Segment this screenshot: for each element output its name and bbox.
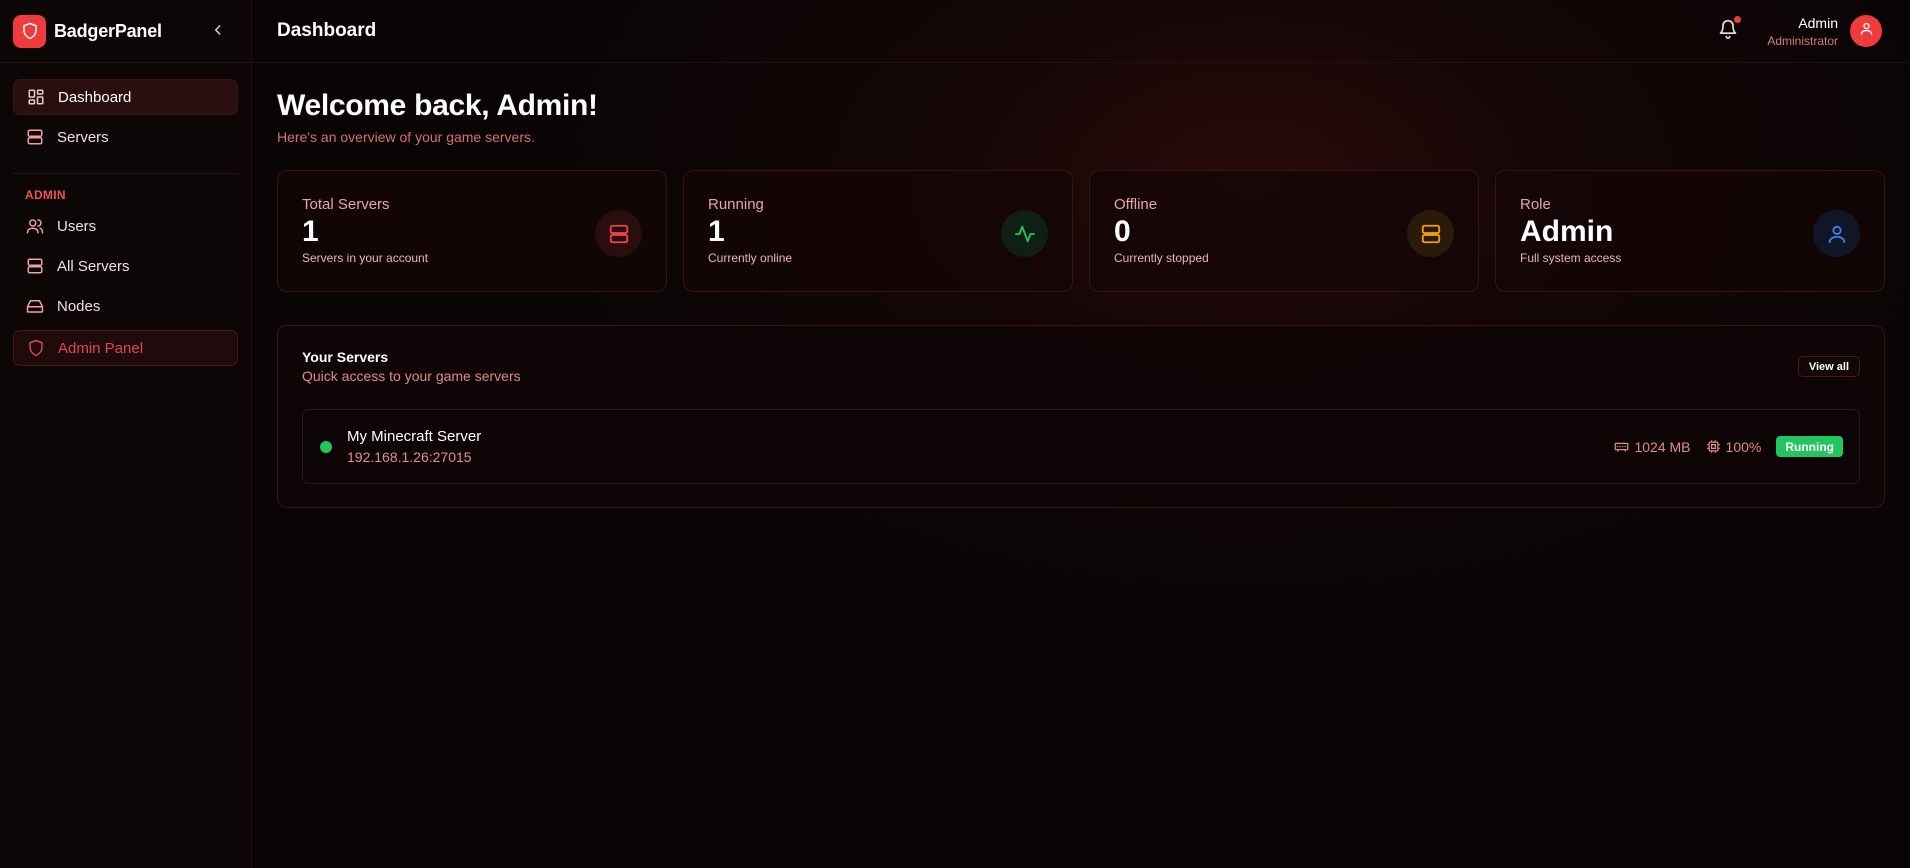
stat-desc: Servers in your account — [302, 251, 429, 265]
server-name: My Minecraft Server — [347, 428, 482, 445]
stats-row: Total Servers 1 Servers in your account … — [277, 170, 1885, 292]
stat-value: 1 — [302, 215, 319, 248]
users-icon — [25, 216, 45, 236]
welcome-subtitle: Here's an overview of your game servers. — [277, 129, 535, 145]
page-title: Dashboard — [277, 20, 377, 41]
your-servers-panel: Your Servers Quick access to your game s… — [277, 325, 1885, 508]
sidebar-item-label: Nodes — [57, 297, 101, 315]
main-content: Dashboard Admin Administrator Welcome ba… — [252, 0, 1910, 868]
stat-value: Admin — [1520, 215, 1614, 248]
user-icon — [1859, 21, 1874, 41]
panel-title: Your Servers — [302, 349, 389, 365]
cpu-usage: 100% — [1706, 438, 1762, 455]
sidebar-item-admin-panel[interactable]: Admin Panel — [13, 330, 238, 366]
server-info: My Minecraft Server 192.168.1.26:27015 — [347, 428, 481, 465]
cpu-value: 100% — [1725, 438, 1762, 455]
server-icon — [25, 127, 45, 147]
sidebar-item-label: Dashboard — [58, 88, 132, 106]
notification-badge — [1733, 15, 1742, 24]
stat-card-running: Running 1 Currently online — [683, 170, 1073, 292]
stat-desc: Full system access — [1520, 251, 1622, 265]
sidebar: BadgerPanel Dashboard Servers ADMIN User… — [0, 0, 252, 868]
collapse-sidebar-button[interactable] — [206, 20, 230, 44]
stat-label: Total Servers — [302, 196, 390, 213]
memory-value: 1024 MB — [1634, 438, 1691, 455]
cpu-icon — [1706, 439, 1722, 455]
stat-label: Role — [1520, 196, 1551, 213]
status-dot — [320, 440, 332, 453]
stat-value: 1 — [708, 215, 725, 248]
server-list-item[interactable]: My Minecraft Server 192.168.1.26:27015 1… — [302, 409, 1860, 484]
server-icon — [595, 210, 642, 257]
memory-usage: 1024 MB — [1614, 438, 1691, 455]
user-role: Administrator — [1767, 34, 1838, 48]
bell-icon — [1718, 19, 1738, 43]
panel-subtitle: Quick access to your game servers — [302, 368, 521, 384]
sidebar-item-nodes[interactable]: Nodes — [13, 288, 238, 324]
user-name: Admin — [1798, 15, 1838, 31]
activity-icon — [1001, 210, 1048, 257]
server-meta: 1024 MB 100% Running — [1614, 436, 1843, 457]
chevron-left-icon — [211, 23, 225, 42]
dashboard-content: Welcome back, Admin! Here's an overview … — [252, 63, 1910, 508]
brand-name: BadgerPanel — [54, 20, 162, 41]
hard-drive-icon — [25, 296, 45, 316]
sidebar-item-dashboard[interactable]: Dashboard — [13, 79, 238, 115]
sidebar-item-label: All Servers — [57, 257, 130, 275]
view-all-button[interactable]: View all — [1797, 356, 1860, 377]
stat-label: Running — [708, 196, 764, 213]
stat-card-offline: Offline 0 Currently stopped — [1089, 170, 1479, 292]
server-icon — [1407, 210, 1454, 257]
sidebar-item-label: Admin Panel — [58, 339, 144, 357]
dashboard-icon — [26, 87, 46, 107]
user-icon — [1813, 210, 1860, 257]
stat-desc: Currently online — [708, 251, 793, 265]
stat-card-role: Role Admin Full system access — [1495, 170, 1885, 292]
sidebar-item-servers[interactable]: Servers — [13, 119, 238, 155]
sidebar-nav: Dashboard Servers ADMIN Users All Server… — [0, 63, 251, 366]
divider — [13, 173, 238, 174]
avatar[interactable] — [1850, 15, 1882, 47]
memory-icon — [1614, 439, 1630, 455]
stat-label: Offline — [1114, 196, 1158, 213]
server-icon — [25, 256, 45, 276]
welcome-title: Welcome back, Admin! — [277, 89, 598, 122]
shield-logo-icon — [13, 14, 46, 48]
sidebar-item-all-servers[interactable]: All Servers — [13, 248, 238, 284]
user-menu[interactable]: Admin Administrator — [1767, 15, 1838, 48]
shield-icon — [26, 338, 46, 358]
status-badge: Running — [1776, 436, 1843, 457]
sidebar-item-users[interactable]: Users — [13, 208, 238, 244]
stat-card-total-servers: Total Servers 1 Servers in your account — [277, 170, 667, 292]
sidebar-item-label: Users — [57, 217, 97, 235]
server-address: 192.168.1.26:27015 — [347, 449, 472, 465]
topbar: Dashboard Admin Administrator — [252, 0, 1910, 63]
notifications-button[interactable] — [1718, 15, 1742, 43]
sidebar-item-label: Servers — [57, 128, 109, 146]
stat-value: 0 — [1114, 215, 1131, 248]
stat-desc: Currently stopped — [1114, 251, 1209, 265]
admin-section-title: ADMIN — [25, 188, 66, 202]
